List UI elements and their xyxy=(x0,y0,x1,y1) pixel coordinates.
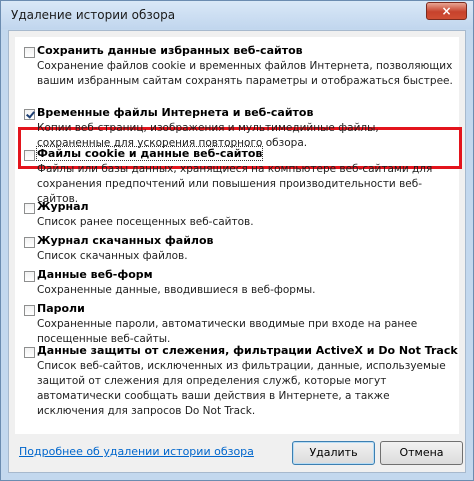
tracking-protection-checkbox[interactable] xyxy=(24,347,35,358)
close-button[interactable]: × xyxy=(426,2,467,20)
option-label: Журнал скачанных файлов xyxy=(37,234,214,247)
delete-history-dialog: Удаление истории обзора × Сохранить данн… xyxy=(0,0,474,481)
option-label: Журнал xyxy=(37,200,89,213)
option-description: Список веб-сайтов, исключенных из фильтр… xyxy=(37,360,446,417)
option-description: Файлы или базы данных, хранящиеся на ком… xyxy=(37,163,433,205)
learn-more-link[interactable]: Подробнее об удалении истории обзора xyxy=(19,445,254,458)
preserve-favorites-checkbox[interactable] xyxy=(24,47,35,58)
option-label: Временные файлы Интернета и веб-сайтов xyxy=(37,106,314,119)
close-icon: × xyxy=(441,4,452,18)
temporary-files-checkbox[interactable] xyxy=(24,109,35,120)
option-description: Список ранее посещенных веб-сайтов. xyxy=(37,216,254,228)
option-description: Список скачанных файлов. xyxy=(37,250,188,262)
download-history-checkbox[interactable] xyxy=(24,237,35,248)
options-panel: Сохранить данные избранных веб-сайтов Со… xyxy=(15,37,462,434)
option-label: Данные веб-форм xyxy=(37,268,153,281)
option-description: Сохраненные пароли, автоматически вводим… xyxy=(37,318,418,345)
history-checkbox[interactable] xyxy=(24,203,35,214)
option-description: Сохраненные данные, вводившиеся в веб-фо… xyxy=(37,284,316,296)
option-label: Сохранить данные избранных веб-сайтов xyxy=(37,44,303,57)
title-bar: Удаление истории обзора × xyxy=(1,1,473,29)
dialog-body: Сохранить данные избранных веб-сайтов Со… xyxy=(8,30,466,473)
option-label: Пароли xyxy=(37,302,85,315)
window-title: Удаление истории обзора xyxy=(11,8,176,22)
cookies-checkbox[interactable] xyxy=(24,150,35,161)
option-description: Сохранение файлов cookie и временных фай… xyxy=(37,60,453,87)
passwords-checkbox[interactable] xyxy=(24,305,35,316)
cancel-button[interactable]: Отмена xyxy=(380,441,463,465)
option-label: Данные защиты от слежения, фильтрации Ac… xyxy=(37,344,458,357)
form-data-checkbox[interactable] xyxy=(24,271,35,282)
option-label: Файлы cookie и данные веб-сайтов xyxy=(35,146,264,161)
delete-button[interactable]: Удалить xyxy=(292,441,375,465)
